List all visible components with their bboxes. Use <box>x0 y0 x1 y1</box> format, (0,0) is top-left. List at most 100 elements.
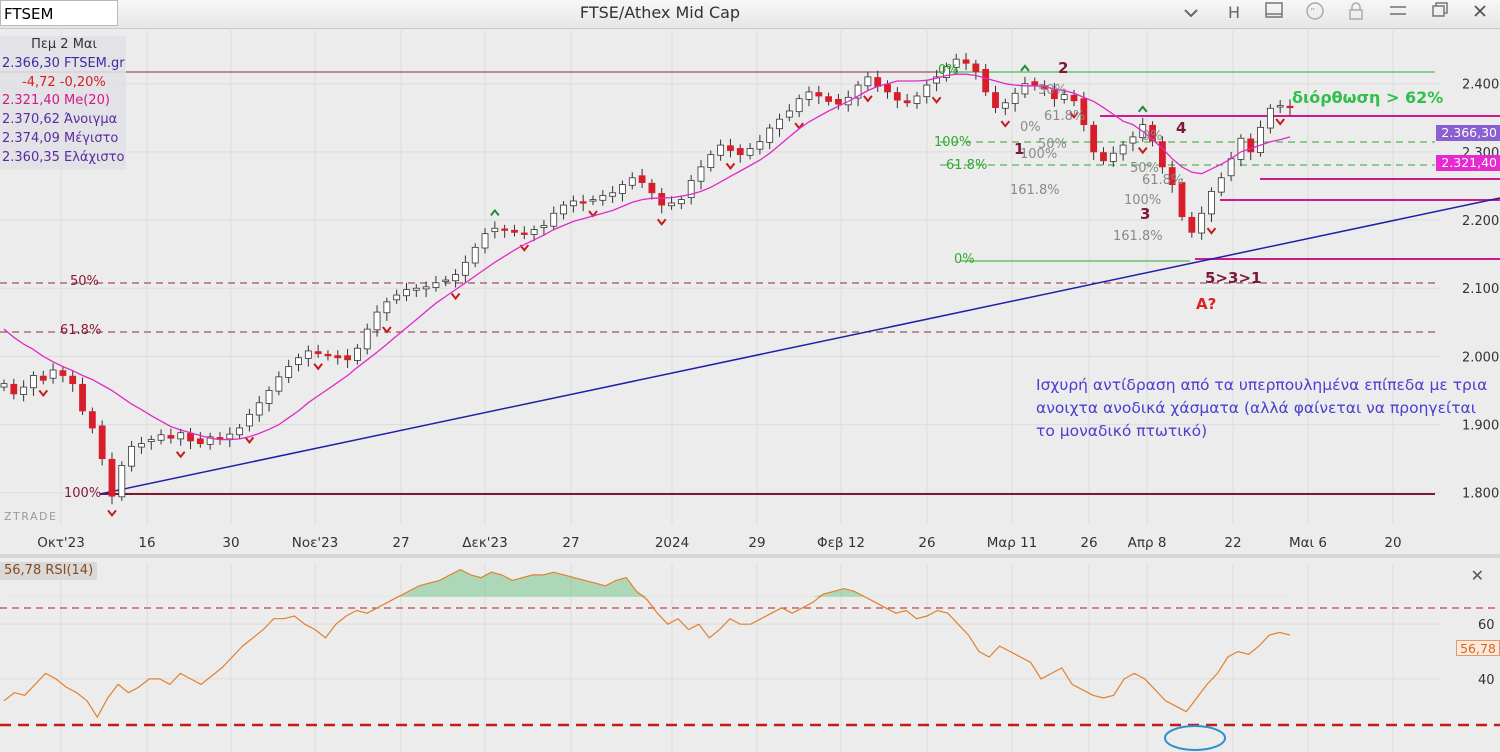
down-arrow-marker <box>1275 118 1285 126</box>
fib-label: 0% <box>954 252 975 267</box>
candle-body <box>157 434 165 441</box>
ohlc-info-panel: Πεμ 2 Μαι 2.366,30 FTSEM.gr -4,72 -0,20%… <box>0 36 126 170</box>
candle-body <box>746 148 754 156</box>
restore-icon[interactable] <box>1427 2 1453 24</box>
candle-body <box>1158 141 1166 168</box>
candle-body <box>599 195 607 201</box>
wave-label: A? <box>1196 295 1216 313</box>
rsi-close-icon[interactable]: ✕ <box>1471 566 1484 585</box>
wave-label: 1 <box>1014 140 1024 158</box>
chevron-down-icon[interactable] <box>1178 2 1204 24</box>
candle-body <box>628 177 636 186</box>
candle-body <box>442 279 450 282</box>
info-ma: 2.321,40 Me(20) <box>2 93 110 109</box>
fib-label: 61.8% <box>60 323 101 338</box>
candle-body <box>147 439 155 443</box>
candle-body <box>874 77 882 87</box>
x-tick-label: 27 <box>562 535 579 551</box>
candle-body <box>30 375 37 389</box>
candle-body <box>884 84 891 93</box>
rsi-value-badge: 56,78 <box>1456 640 1500 656</box>
candle-body <box>304 350 312 359</box>
candle-body <box>1188 216 1196 233</box>
candle-body <box>285 366 293 378</box>
candle-body <box>314 351 322 355</box>
fib-label: 0% <box>1142 129 1163 144</box>
x-tick-label: Απρ 8 <box>1128 535 1167 551</box>
rsi-y-tick-label: 60 <box>1478 618 1495 633</box>
candle-body <box>717 144 725 156</box>
candle-body <box>265 390 273 404</box>
candle-body <box>393 294 401 301</box>
candle-body <box>88 411 96 429</box>
x-tick-label: Μαι 6 <box>1289 535 1327 551</box>
h-letter-icon[interactable]: H <box>1221 2 1247 24</box>
wave-label: 2 <box>1058 59 1068 77</box>
candle-body <box>108 458 116 497</box>
fib-label: 61.8% <box>1142 173 1183 188</box>
candle-body <box>785 110 793 118</box>
candle-body <box>1109 152 1117 162</box>
info-low: 2.360,35 Ελάχιστο <box>2 149 125 165</box>
candle-body <box>962 59 970 64</box>
y-tick-label: 2.000 <box>1462 350 1499 365</box>
down-arrow-marker <box>931 96 942 104</box>
lock-icon[interactable] <box>1343 2 1369 24</box>
candle-body <box>363 328 371 350</box>
info-last: 2.366,30 FTSEM.gr <box>2 55 125 71</box>
candle-body <box>560 204 567 215</box>
symbol-input[interactable]: FTSEM <box>0 0 118 26</box>
candle-body <box>1119 144 1127 155</box>
candle-body <box>982 69 990 93</box>
candle-body <box>864 76 872 87</box>
candle-body <box>913 95 921 104</box>
menu-icon[interactable] <box>1385 2 1411 24</box>
candle-body <box>118 465 126 498</box>
candle-body <box>196 438 204 445</box>
up-arrow-marker <box>1137 105 1148 113</box>
candle-body <box>727 145 734 151</box>
close-icon[interactable] <box>1467 2 1493 24</box>
candle-body <box>805 91 813 100</box>
panel-icon[interactable] <box>1261 2 1287 24</box>
x-tick-label: Φεβ 12 <box>817 535 865 551</box>
candle-body <box>177 432 185 440</box>
candle-body <box>1090 124 1098 153</box>
candle-body <box>481 233 489 249</box>
down-arrow-marker <box>382 326 392 334</box>
x-tick-label: 29 <box>748 535 765 551</box>
candle-body <box>1208 191 1215 215</box>
x-tick-label: 22 <box>1224 535 1241 551</box>
candle-body <box>756 141 764 150</box>
down-arrow-marker <box>725 162 736 170</box>
info-date: Πεμ 2 Μαι <box>31 37 97 52</box>
rsi-overbought-fill <box>4 569 1290 597</box>
candle-body <box>324 353 332 357</box>
info-high: 2.374,09 Μέγιστο <box>2 130 119 146</box>
x-tick-label: Μαρ 11 <box>987 535 1038 551</box>
candle-body <box>98 425 106 460</box>
x-axis: Οκτ'23 16 30 Νοε'23 27 Δεκ'23 27 2024 29 Φεβ 12 26… <box>37 535 1401 551</box>
chart-title: FTSE/Athex Mid Cap <box>579 3 741 22</box>
x-tick-label: 26 <box>918 535 935 551</box>
candle-body <box>491 227 499 233</box>
candle-body <box>1237 137 1245 160</box>
candle-body <box>903 100 911 104</box>
candle-body <box>471 246 479 264</box>
candle-body <box>403 289 410 297</box>
y-tick-label: 2.200 <box>1462 214 1499 229</box>
candle-body <box>20 386 28 395</box>
candle-body <box>138 443 145 448</box>
candle-body <box>658 193 666 206</box>
candle-body <box>373 311 381 331</box>
candle-body <box>972 63 980 72</box>
x-tick-label: 26 <box>1080 535 1097 551</box>
chat-icon[interactable]: ” <box>1302 2 1328 24</box>
candle-body <box>550 212 558 227</box>
rsi-label: 56,78 RSI(14) <box>0 562 98 580</box>
up-arrow-marker <box>1020 64 1030 72</box>
last-price-badge: 2.366,30 <box>1436 125 1500 141</box>
down-arrow-marker <box>244 436 255 444</box>
candle-body <box>412 287 420 291</box>
candle-body <box>1011 92 1019 104</box>
